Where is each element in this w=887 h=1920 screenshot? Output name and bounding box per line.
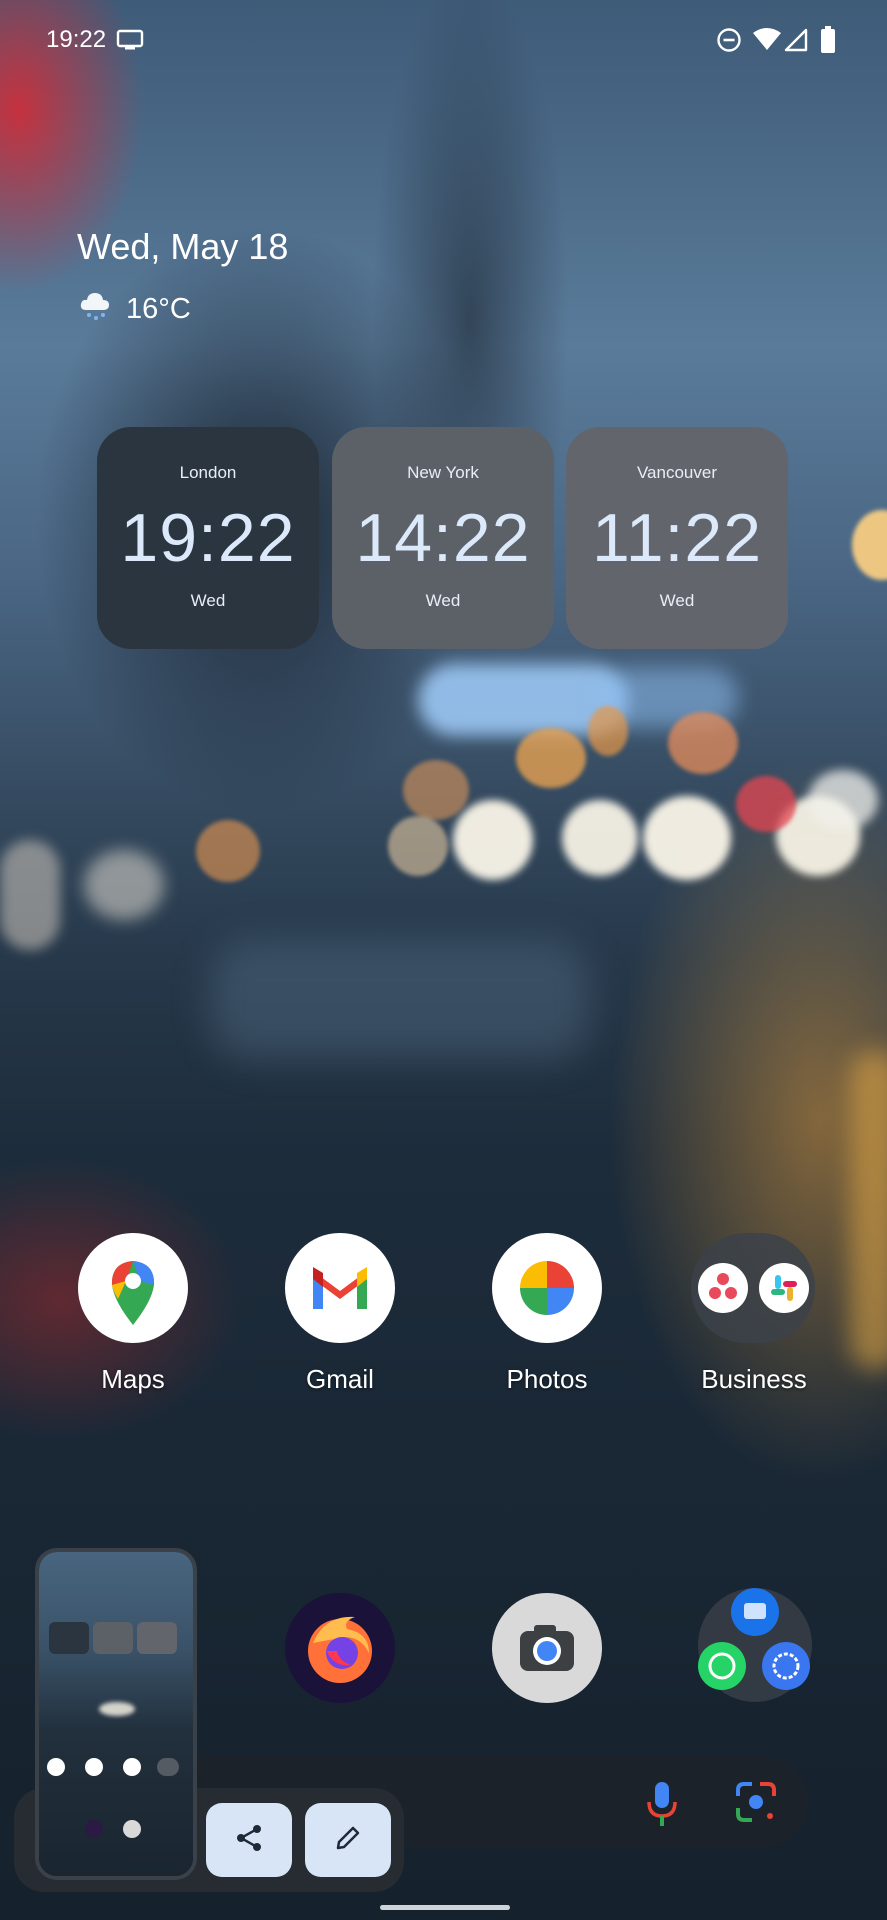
app-label-maps[interactable]: Maps [43, 1364, 223, 1395]
rain-cloud-icon [78, 288, 112, 330]
share-icon [233, 1822, 265, 1859]
mic-icon[interactable] [646, 1780, 678, 1833]
status-bar: 19:22 [0, 0, 887, 80]
navigation-handle[interactable] [380, 1905, 510, 1910]
at-a-glance-weather[interactable]: 16°C [78, 288, 191, 330]
clock-time: 19:22 [120, 500, 296, 576]
temperature: 16°C [126, 292, 191, 325]
app-label-photos[interactable]: Photos [457, 1364, 637, 1395]
clock-day: Wed [659, 591, 695, 610]
clock-widget-london[interactable]: London 19:22 Wed [97, 427, 319, 649]
app-firefox[interactable] [285, 1593, 395, 1703]
clock-widget-vancouver[interactable]: Vancouver 11:22 Wed [566, 427, 788, 649]
app-camera[interactable] [492, 1593, 602, 1703]
clock-day: Wed [190, 591, 226, 610]
folder-business[interactable] [691, 1233, 815, 1343]
app-label-business[interactable]: Business [664, 1364, 844, 1395]
business-folder-icon [691, 1263, 815, 1347]
signal-icon [784, 28, 808, 57]
wifi-icon [752, 27, 782, 56]
gmail-icon [285, 1267, 395, 1347]
at-a-glance-date[interactable]: Wed, May 18 [77, 226, 288, 268]
maps-icon [78, 1261, 188, 1347]
clock-city: Vancouver [636, 463, 717, 482]
share-button[interactable] [206, 1803, 292, 1877]
do-not-disturb-icon [716, 27, 742, 58]
clock-city: New York [407, 463, 479, 482]
photos-icon [492, 1261, 602, 1347]
clock-day: Wed [425, 591, 461, 610]
clock-city: London [179, 463, 237, 482]
battery-icon [820, 26, 836, 59]
clock-time: 14:22 [355, 500, 531, 576]
screenshot-thumbnail[interactable] [35, 1548, 197, 1880]
edit-icon [333, 1823, 363, 1858]
app-photos[interactable] [492, 1233, 602, 1343]
cast-icon [116, 29, 144, 56]
edit-button[interactable] [305, 1803, 391, 1877]
camera-icon [492, 1625, 602, 1707]
status-time: 19:22 [46, 26, 107, 53]
lens-icon[interactable] [734, 1780, 778, 1829]
app-label-gmail[interactable]: Gmail [250, 1364, 430, 1395]
app-maps[interactable] [78, 1233, 188, 1343]
app-gmail[interactable] [285, 1233, 395, 1343]
folder-messaging[interactable] [698, 1588, 812, 1702]
clock-widget-new-york[interactable]: New York 14:22 Wed [332, 427, 554, 649]
clock-time: 11:22 [591, 500, 763, 576]
firefox-icon [285, 1616, 395, 1707]
messaging-folder-icon [698, 1588, 812, 1706]
